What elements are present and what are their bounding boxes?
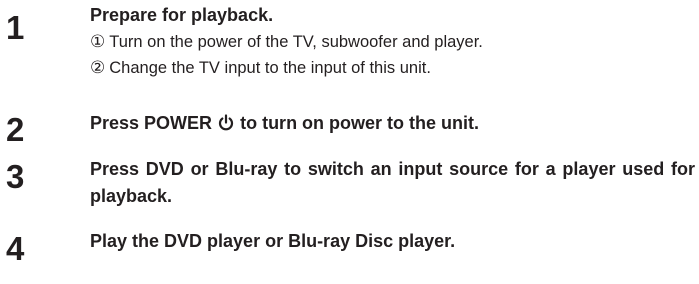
circled-number-2: ② <box>90 58 106 78</box>
step-title: Press DVD or Blu-ray to switch an input … <box>90 159 695 206</box>
step-title: Play the DVD player or Blu-ray Disc play… <box>90 231 456 251</box>
substep-item: ① Turn on the power of the TV, subwoofer … <box>90 29 483 55</box>
step-number: 4 <box>6 230 25 267</box>
circled-number-1: ① <box>90 32 106 52</box>
power-icon <box>218 112 234 139</box>
step-title: Prepare for playback. <box>90 5 274 25</box>
substep-text: Change the TV input to the input of this… <box>109 59 431 77</box>
step-title-before: Press POWER <box>90 113 213 133</box>
step-title: Press POWER to turn on power to the unit… <box>90 110 695 139</box>
step-number: 1 <box>6 9 25 46</box>
step-3: 3 Press DVD or Blu-ray to switch an inpu… <box>0 156 699 216</box>
substep-item: ② Change the TV input to the input of thi… <box>90 55 483 81</box>
substep-list: ① Turn on the power of the TV, subwoofer … <box>90 29 483 81</box>
step-4: 4 Play the DVD player or Blu-ray Disc pl… <box>0 228 699 267</box>
step-1: 1 Prepare for playback. ① Turn on the pow… <box>0 2 699 92</box>
step-number: 3 <box>6 158 25 195</box>
step-title-after: to turn on power to the unit. <box>240 113 480 133</box>
step-number: 2 <box>6 111 25 148</box>
substep-text: Turn on the power of the TV, subwoofer a… <box>109 33 483 51</box>
step-2: 2 Press POWER to turn on power to the un… <box>0 110 699 146</box>
